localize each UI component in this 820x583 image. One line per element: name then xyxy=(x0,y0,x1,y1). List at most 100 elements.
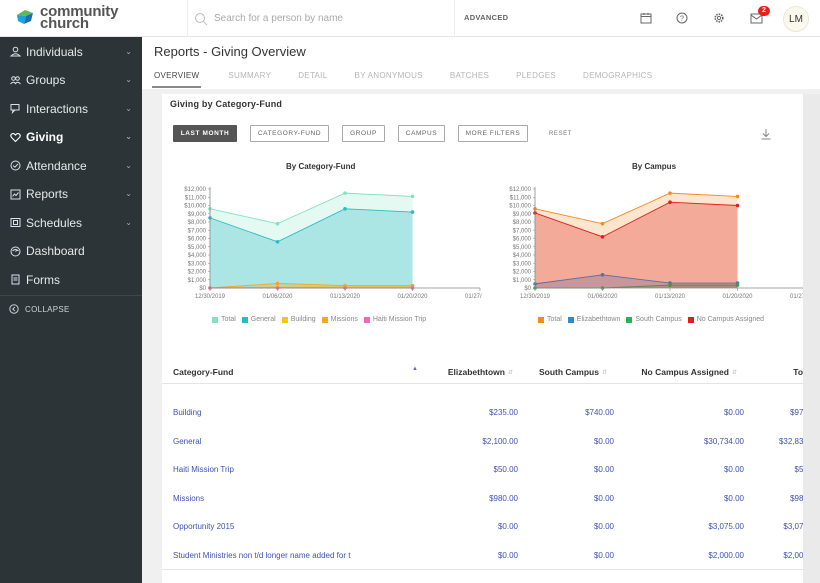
search-input[interactable] xyxy=(214,13,444,24)
column-header-category-fund[interactable]: Category-Fund xyxy=(173,367,233,377)
amount-cell[interactable]: $0.00 xyxy=(724,465,744,474)
campus-filter-button[interactable]: CAMPUS xyxy=(398,125,445,142)
x-tick-label: 12/30/2019 xyxy=(195,294,226,300)
legend-item[interactable]: Total xyxy=(538,316,562,323)
data-point[interactable] xyxy=(600,221,605,226)
data-point[interactable] xyxy=(735,203,740,208)
page-header: Reports - Giving Overview OVERVIEW SUMMA… xyxy=(142,37,820,89)
column-header-south-campus[interactable]: South Campus ⇵ xyxy=(539,367,607,377)
last-month-filter-button[interactable]: LAST MONTH xyxy=(173,125,237,142)
scrollbar-track[interactable] xyxy=(803,94,820,583)
sidebar-item-interactions[interactable]: Interactions ⌄ xyxy=(0,95,142,124)
download-button[interactable] xyxy=(760,127,772,145)
legend-swatch xyxy=(538,316,544,323)
reset-filters-button[interactable]: RESET xyxy=(549,131,572,137)
legend-item[interactable]: Haiti Mission Trip xyxy=(363,316,426,323)
sort-ascending-icon[interactable]: ▲ xyxy=(412,366,418,372)
sidebar-item-attendance[interactable]: Attendance ⌄ xyxy=(0,152,142,181)
amount-cell[interactable]: $235.00 xyxy=(489,408,518,417)
amount-cell[interactable]: $740.00 xyxy=(585,408,614,417)
sidebar-item-schedules[interactable]: Schedules ⌄ xyxy=(0,209,142,238)
y-tick-label: $5,000 xyxy=(188,245,207,251)
calendar-button[interactable] xyxy=(639,11,653,25)
legend-item[interactable]: Total xyxy=(212,316,236,323)
tab-pledges[interactable]: PLEDGES xyxy=(516,71,556,88)
category-fund-legend: Total General Building Missions Haiti Missio… xyxy=(212,316,432,323)
data-point[interactable] xyxy=(668,191,672,195)
data-point[interactable] xyxy=(275,221,280,226)
sidebar-item-forms[interactable]: Forms xyxy=(0,266,142,295)
legend-item[interactable]: Elizabethtown xyxy=(567,316,620,323)
y-tick-label: $1,000 xyxy=(188,278,207,284)
amount-cell[interactable]: $0.00 xyxy=(594,551,614,560)
legend-swatch xyxy=(567,316,574,323)
amount-cell[interactable]: $980.00 xyxy=(489,494,518,503)
x-tick-label: 01/13/2020 xyxy=(330,294,361,300)
collapse-sidebar-button[interactable]: COLLAPSE xyxy=(0,296,142,322)
category-fund-link[interactable]: Opportunity 2015 xyxy=(173,522,234,531)
tab-summary[interactable]: SUMMARY xyxy=(228,71,271,88)
tab-demographics[interactable]: DEMOGRAPHICS xyxy=(583,71,652,88)
help-button[interactable]: ? xyxy=(675,11,689,25)
calendar-icon xyxy=(640,13,652,24)
data-point[interactable] xyxy=(343,207,347,211)
chevron-down-icon: ⌄ xyxy=(125,217,132,227)
amount-cell[interactable]: $0.00 xyxy=(498,522,518,531)
legend-item[interactable]: General xyxy=(241,316,276,323)
data-point[interactable] xyxy=(275,240,280,244)
data-point[interactable] xyxy=(735,194,740,199)
legend-item[interactable]: Building xyxy=(281,316,316,323)
tab-overview[interactable]: OVERVIEW xyxy=(152,71,202,88)
data-point[interactable] xyxy=(600,235,605,239)
legend-item[interactable]: Missions xyxy=(321,316,358,323)
amount-cell[interactable]: $3,075.00 xyxy=(708,522,744,531)
data-point[interactable] xyxy=(668,200,672,204)
column-header-no-campus-assigned[interactable]: No Campus Assigned ⇵ xyxy=(641,367,737,377)
data-point[interactable] xyxy=(275,281,280,286)
amount-cell[interactable]: $0.00 xyxy=(594,494,614,503)
avatar[interactable]: LM xyxy=(783,6,809,32)
category-fund-link[interactable]: General xyxy=(173,437,201,446)
y-tick-label: $12,000 xyxy=(509,187,531,193)
category-fund-link[interactable]: Haiti Mission Trip xyxy=(173,465,234,474)
amount-cell[interactable]: $0.00 xyxy=(594,437,614,446)
settings-button[interactable] xyxy=(712,11,726,25)
tab-detail[interactable]: DETAIL xyxy=(298,71,327,88)
category-fund-link[interactable]: Missions xyxy=(173,494,204,503)
group-filter-button[interactable]: GROUP xyxy=(342,125,385,142)
logo[interactable]: community church xyxy=(14,4,118,31)
tab-by-anonymous[interactable]: BY ANONYMOUS xyxy=(354,71,422,88)
tab-batches[interactable]: BATCHES xyxy=(450,71,489,88)
legend-item[interactable]: No Campus Assigned xyxy=(687,316,764,323)
chevron-down-icon: ⌄ xyxy=(125,46,132,56)
sidebar-item-reports[interactable]: Reports ⌄ xyxy=(0,180,142,209)
sidebar-item-dashboard[interactable]: Dashboard xyxy=(0,237,142,266)
sidebar-item-giving[interactable]: Giving ⌄ xyxy=(0,123,142,152)
amount-cell[interactable]: $0.00 xyxy=(498,551,518,560)
amount-cell[interactable]: $2,100.00 xyxy=(482,437,518,446)
amount-cell[interactable]: $30,734.00 xyxy=(704,437,744,446)
data-point[interactable] xyxy=(343,191,347,195)
x-tick-label: 12/30/2019 xyxy=(520,294,551,300)
amount-cell[interactable]: $2,000.00 xyxy=(708,551,744,560)
data-point[interactable] xyxy=(410,194,415,199)
amount-cell[interactable]: $0.00 xyxy=(724,494,744,503)
more-filters-button[interactable]: MORE FILTERS xyxy=(458,125,528,142)
sidebar-item-groups[interactable]: Groups ⌄ xyxy=(0,66,142,95)
amount-cell[interactable]: $50.00 xyxy=(494,465,518,474)
column-header-elizabethtown[interactable]: Elizabethtown ⇵ xyxy=(448,367,513,377)
amount-cell[interactable]: $0.00 xyxy=(594,522,614,531)
x-tick-label: 01/06/2020 xyxy=(262,294,293,300)
amount-cell[interactable]: $0.00 xyxy=(594,465,614,474)
chevron-down-icon: ⌄ xyxy=(125,103,132,113)
legend-item[interactable]: South Campus xyxy=(626,316,682,323)
data-point[interactable] xyxy=(410,210,415,214)
sidebar-item-individuals[interactable]: Individuals ⌄ xyxy=(0,38,142,67)
category-fund-link[interactable]: Student Ministries non t/d longer name a… xyxy=(173,551,350,560)
category-fund-filter-button[interactable]: CATEGORY-FUND xyxy=(250,125,329,142)
advanced-search-link[interactable]: ADVANCED xyxy=(464,13,508,22)
category-fund-link[interactable]: Building xyxy=(173,408,201,417)
sidebar-item-label: Groups xyxy=(26,73,66,88)
amount-cell[interactable]: $0.00 xyxy=(724,408,744,417)
category-fund-chart: $0 $1,000 $2,000 $3,000 $4,000 $5,000 $6,000 $7… xyxy=(184,187,482,300)
